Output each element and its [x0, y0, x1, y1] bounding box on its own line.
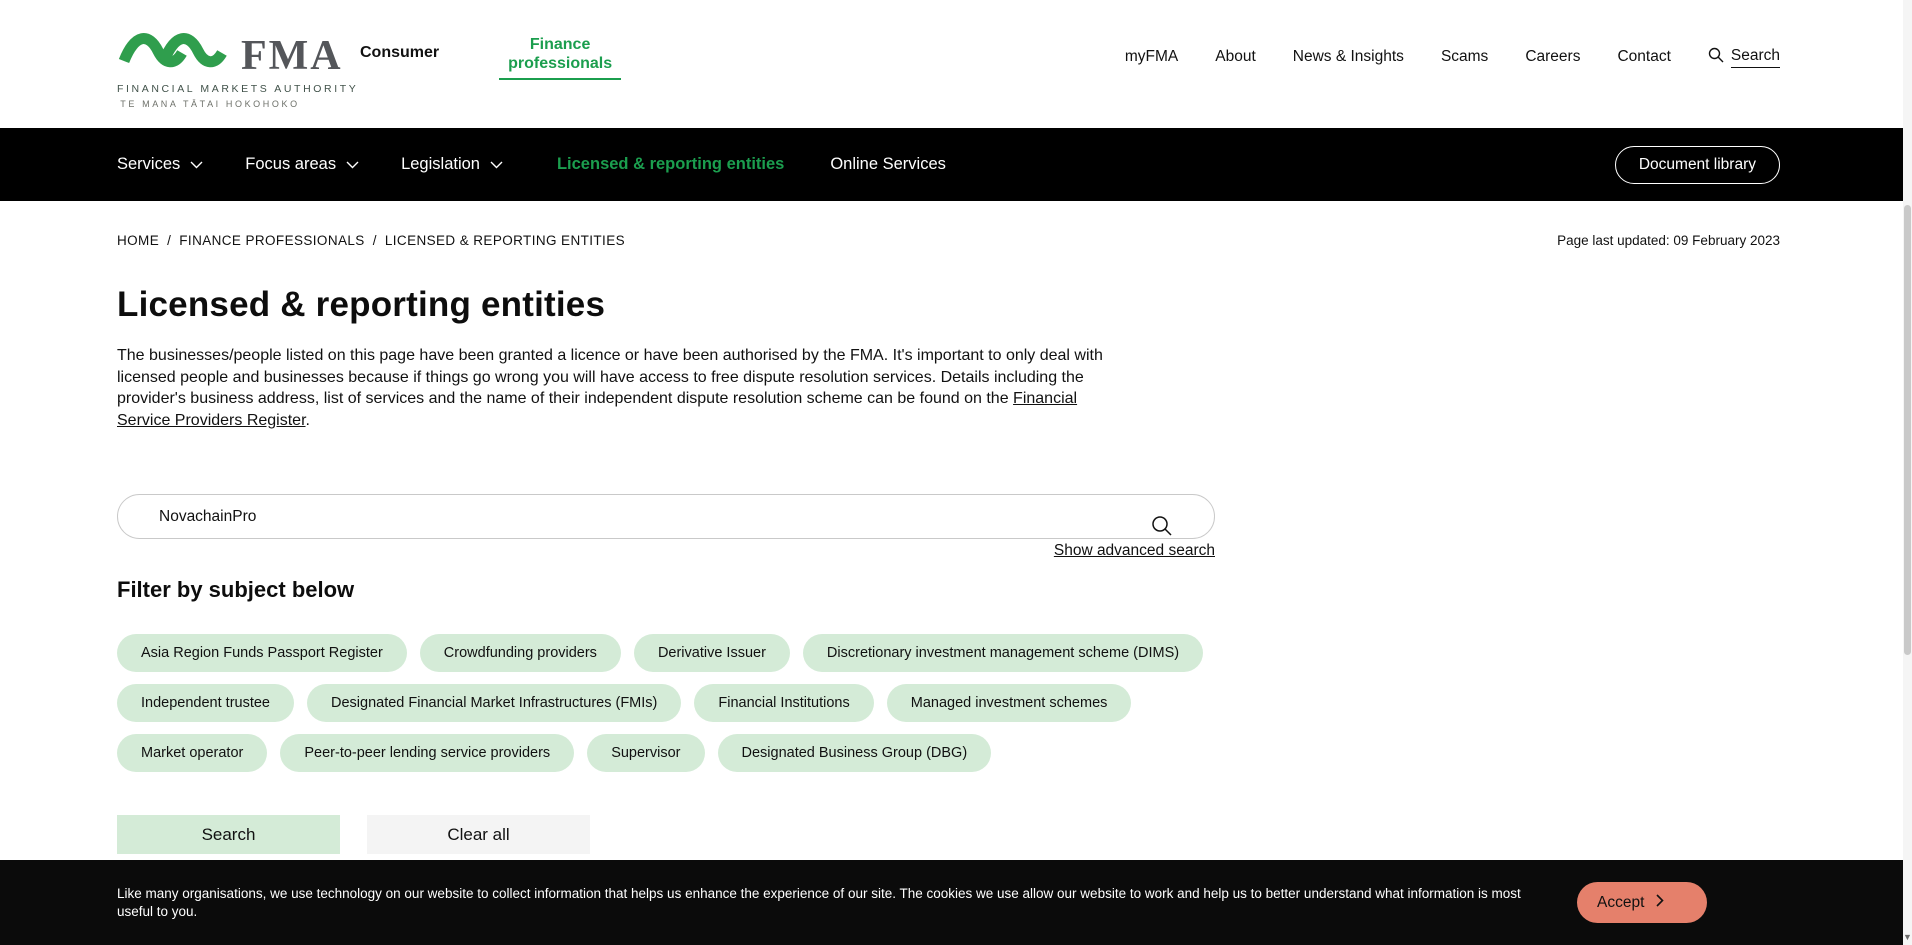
filter-pill-dims[interactable]: Discretionary investment management sche… — [802, 634, 1204, 672]
scrollbar-thumb[interactable] — [1904, 205, 1911, 655]
filter-pill-dbg[interactable]: Designated Business Group (DBG) — [717, 734, 992, 772]
filter-pill-asia-region-funds[interactable]: Asia Region Funds Passport Register — [117, 634, 407, 672]
filter-heading: Filter by subject below — [117, 577, 355, 602]
vertical-scrollbar[interactable]: ▼ — [1903, 0, 1912, 945]
search-button[interactable]: Search — [117, 815, 340, 854]
nav-item-licensed-reporting-entities[interactable]: Licensed & reporting entities — [557, 155, 784, 174]
breadcrumb-home[interactable]: HOME — [117, 233, 159, 248]
utility-link-contact[interactable]: Contact — [1617, 48, 1670, 66]
primary-nav: Services Focus areas Legislation License… — [0, 128, 1912, 201]
utility-link-news-insights[interactable]: News & Insights — [1293, 48, 1404, 66]
nav-item-label: Services — [117, 155, 181, 173]
fma-maori-line: TE MANA TĀTAI HOKOHOKO — [120, 99, 300, 109]
chevron-down-icon — [490, 155, 503, 174]
breadcrumb: HOME / FINANCE PROFESSIONALS / LICENSED … — [117, 233, 625, 248]
filter-pill-peer-to-peer[interactable]: Peer-to-peer lending service providers — [280, 734, 575, 772]
cookie-message: Like many organisations, we use technolo… — [117, 885, 1521, 919]
filter-pill-independent-trustee[interactable]: Independent trustee — [117, 684, 294, 722]
breadcrumb-separator: / — [372, 233, 377, 248]
breadcrumb-finance-professionals[interactable]: FINANCE PROFESSIONALS — [179, 233, 364, 248]
chevron-right-icon — [1656, 893, 1665, 912]
header-search-toggle[interactable]: Search — [1708, 47, 1780, 68]
intro-paragraph: The businesses/people listed on this pag… — [117, 345, 1107, 431]
scrollbar-down-arrow[interactable]: ▼ — [1903, 931, 1912, 943]
fma-acronym: FMA — [241, 33, 343, 79]
filter-pill-financial-institutions[interactable]: Financial Institutions — [694, 684, 874, 722]
page-last-updated: Page last updated: 09 February 2023 — [1557, 233, 1780, 248]
utility-link-about[interactable]: About — [1215, 48, 1256, 66]
accept-label: Accept — [1597, 893, 1645, 911]
fma-name-line: FINANCIAL MARKETS AUTHORITY — [117, 83, 359, 95]
magnifier-icon[interactable] — [1151, 515, 1173, 542]
filter-pills: Asia Region Funds Passport Register Crow… — [117, 634, 1780, 772]
page-title: Licensed & reporting entities — [117, 285, 606, 324]
breadcrumb-current: LICENSED & REPORTING ENTITIES — [384, 233, 626, 248]
entity-search-input[interactable] — [117, 494, 1215, 539]
fma-waves-icon — [117, 25, 235, 76]
fma-logo[interactable]: FMA FINANCIAL MARKETS AUTHORITY TE MANA … — [117, 25, 359, 109]
header-search-label: Search — [1730, 47, 1780, 68]
utility-link-myfma[interactable]: myFMA — [1125, 48, 1178, 66]
utility-nav: myFMA About News & Insights Scams Career… — [1125, 47, 1780, 68]
search-icon — [1708, 47, 1724, 68]
nav-item-label: Legislation — [401, 155, 480, 173]
site-header: FMA FINANCIAL MARKETS AUTHORITY TE MANA … — [0, 0, 1912, 128]
filter-pill-crowdfunding[interactable]: Crowdfunding providers — [419, 634, 621, 672]
intro-period: . — [305, 411, 310, 429]
utility-link-careers[interactable]: Careers — [1525, 48, 1580, 66]
audience-tabs: Consumer Finance professionals — [360, 35, 622, 80]
nav-item-services[interactable]: Services — [117, 155, 203, 174]
breadcrumb-separator: / — [167, 233, 172, 248]
utility-link-scams[interactable]: Scams — [1441, 48, 1488, 66]
main-content: HOME / FINANCE PROFESSIONALS / LICENSED … — [0, 233, 1912, 854]
filter-actions: Search Clear all — [117, 815, 1780, 854]
chevron-down-icon — [346, 155, 359, 174]
entity-search — [117, 494, 1215, 539]
nav-item-focus-areas[interactable]: Focus areas — [245, 155, 359, 174]
filter-pill-supervisor[interactable]: Supervisor — [587, 734, 705, 772]
cookie-banner: Like many organisations, we use technolo… — [0, 860, 1912, 945]
filter-pill-derivative-issuer[interactable]: Derivative Issuer — [633, 634, 790, 672]
chevron-down-icon — [190, 155, 203, 174]
filter-pill-market-operator[interactable]: Market operator — [117, 734, 268, 772]
nav-item-legislation[interactable]: Legislation — [401, 155, 503, 174]
filter-pill-fmis[interactable]: Designated Financial Market Infrastructu… — [307, 684, 682, 722]
document-library-button[interactable]: Document library — [1614, 145, 1780, 184]
intro-text: The businesses/people listed on this pag… — [117, 347, 1103, 407]
tab-consumer[interactable]: Consumer — [360, 35, 439, 62]
accept-cookies-button[interactable]: Accept — [1577, 882, 1707, 923]
clear-all-button[interactable]: Clear all — [367, 815, 590, 854]
filter-pill-managed-investment-schemes[interactable]: Managed investment schemes — [886, 684, 1132, 722]
nav-item-label: Focus areas — [245, 155, 337, 173]
nav-item-online-services[interactable]: Online Services — [830, 155, 946, 174]
tab-finance-professionals[interactable]: Finance professionals — [499, 35, 622, 80]
show-advanced-search-link[interactable]: Show advanced search — [1054, 542, 1215, 560]
